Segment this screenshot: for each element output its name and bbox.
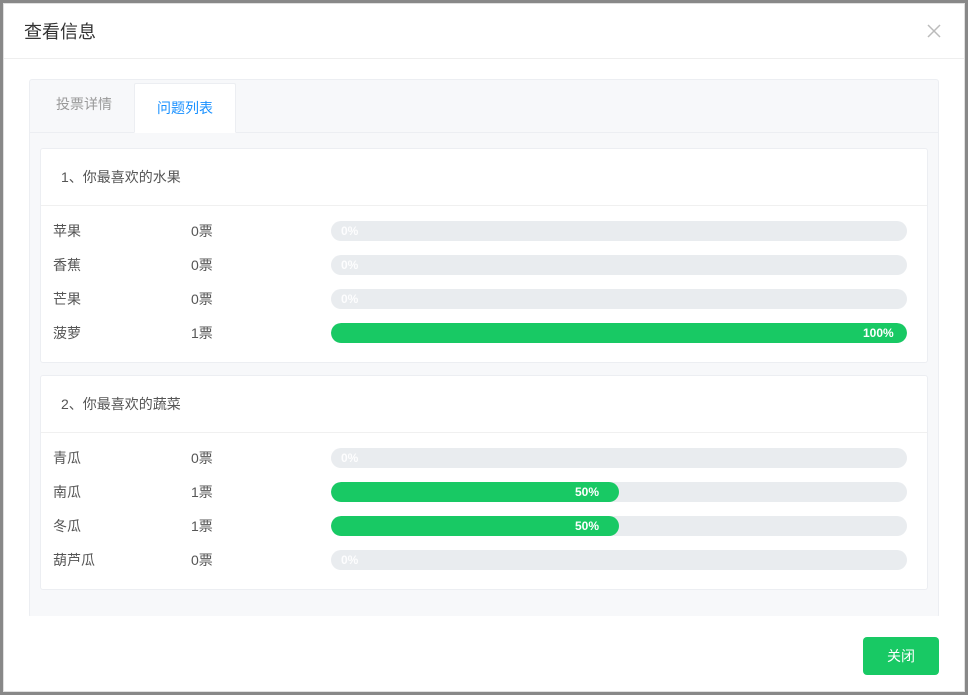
option-name: 菠萝	[51, 323, 191, 343]
progress-bar: 100%	[331, 323, 907, 343]
option-votes: 1票	[191, 323, 331, 343]
option-name: 香蕉	[51, 255, 191, 275]
close-button[interactable]: 关闭	[863, 637, 939, 675]
progress-bar-label: 0%	[341, 258, 358, 272]
progress-bar: 50%	[331, 482, 907, 502]
progress-bar-label: 0%	[341, 292, 358, 306]
question-title: 1、你最喜欢的水果	[41, 149, 927, 206]
question-block: 2、你最喜欢的蔬菜青瓜0票0%南瓜1票50%冬瓜1票50%葫芦瓜0票0%	[40, 375, 928, 590]
progress-bar-label: 50%	[575, 519, 599, 533]
option-name: 冬瓜	[51, 516, 191, 536]
progress-bar-label: 0%	[341, 553, 358, 567]
options-list: 苹果0票0%香蕉0票0%芒果0票0%菠萝1票100%	[41, 206, 927, 362]
option-votes: 0票	[191, 221, 331, 241]
option-name: 南瓜	[51, 482, 191, 502]
progress-bar-label: 50%	[575, 485, 599, 499]
options-list: 青瓜0票0%南瓜1票50%冬瓜1票50%葫芦瓜0票0%	[41, 433, 927, 589]
tab-1[interactable]: 问题列表	[134, 83, 236, 133]
modal-title: 查看信息	[24, 18, 96, 44]
option-row: 青瓜0票 0%	[41, 441, 927, 475]
option-votes: 0票	[191, 255, 331, 275]
progress-bar-label: 0%	[341, 451, 358, 465]
modal: 查看信息 投票详情问题列表 1、你最喜欢的水果苹果0票0%香蕉0票0%芒果0票0…	[3, 3, 965, 692]
option-name: 青瓜	[51, 448, 191, 468]
option-row: 冬瓜1票 50%	[41, 509, 927, 543]
content-card: 投票详情问题列表 1、你最喜欢的水果苹果0票0%香蕉0票0%芒果0票0%菠萝1票…	[29, 79, 939, 616]
option-row: 苹果0票 0%	[41, 214, 927, 248]
tab-0[interactable]: 投票详情	[34, 80, 134, 132]
progress-bar-label: 100%	[863, 326, 894, 340]
option-name: 芒果	[51, 289, 191, 309]
option-name: 葫芦瓜	[51, 550, 191, 570]
modal-header: 查看信息	[4, 4, 964, 59]
option-votes: 0票	[191, 448, 331, 468]
option-name: 苹果	[51, 221, 191, 241]
close-icon[interactable]	[924, 21, 944, 41]
option-row: 芒果0票 0%	[41, 282, 927, 316]
tabs: 投票详情问题列表	[30, 80, 938, 133]
option-votes: 0票	[191, 289, 331, 309]
modal-body: 投票详情问题列表 1、你最喜欢的水果苹果0票0%香蕉0票0%芒果0票0%菠萝1票…	[4, 59, 964, 616]
modal-footer: 关闭	[4, 621, 964, 691]
option-row: 香蕉0票 0%	[41, 248, 927, 282]
option-row: 葫芦瓜0票 0%	[41, 543, 927, 577]
option-row: 南瓜1票 50%	[41, 475, 927, 509]
progress-bar: 0%	[331, 221, 907, 241]
question-block: 1、你最喜欢的水果苹果0票0%香蕉0票0%芒果0票0%菠萝1票100%	[40, 148, 928, 363]
option-row: 菠萝1票 100%	[41, 316, 927, 350]
progress-bar: 0%	[331, 255, 907, 275]
progress-bar-fill	[331, 323, 907, 343]
progress-bar-label: 0%	[341, 224, 358, 238]
progress-bar: 50%	[331, 516, 907, 536]
progress-bar: 0%	[331, 289, 907, 309]
option-votes: 1票	[191, 482, 331, 502]
progress-bar: 0%	[331, 550, 907, 570]
option-votes: 1票	[191, 516, 331, 536]
questions-list: 1、你最喜欢的水果苹果0票0%香蕉0票0%芒果0票0%菠萝1票100%2、你最喜…	[30, 133, 938, 616]
progress-bar: 0%	[331, 448, 907, 468]
question-title: 2、你最喜欢的蔬菜	[41, 376, 927, 433]
option-votes: 0票	[191, 550, 331, 570]
